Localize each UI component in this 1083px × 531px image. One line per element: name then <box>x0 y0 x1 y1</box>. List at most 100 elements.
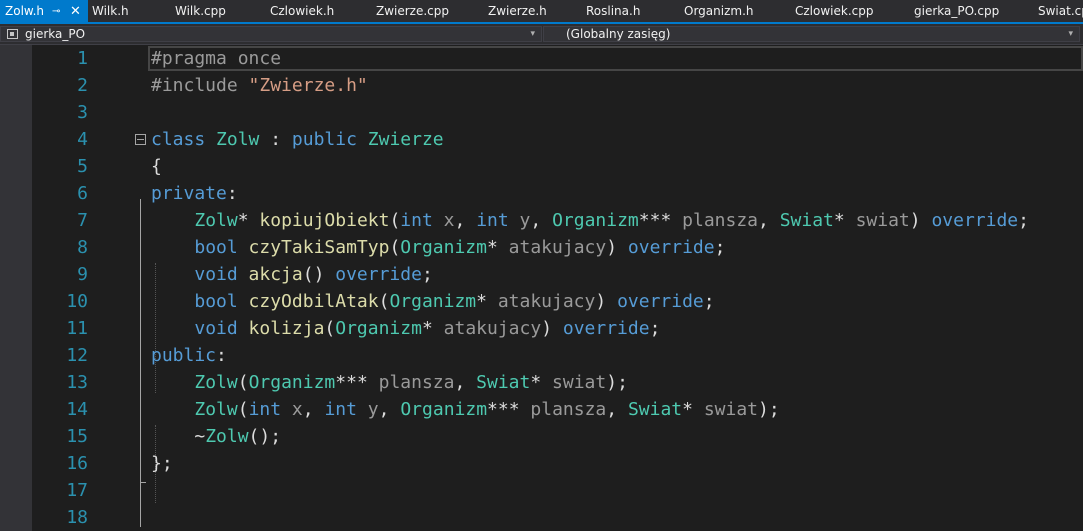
pin-icon[interactable]: ⊸ <box>52 0 60 22</box>
code-token: int <box>324 399 357 420</box>
code-token: override <box>931 210 1019 231</box>
code-token: ( <box>237 399 249 420</box>
tab-label: Wilk.cpp <box>175 4 226 18</box>
line-number: 18 <box>66 507 88 528</box>
line-number: 17 <box>66 480 88 501</box>
code-text: { <box>151 153 162 180</box>
code-line[interactable]: 4 class Zolw : public Zwierze <box>0 126 1083 153</box>
code-token: ) <box>541 318 563 339</box>
code-text: void kolizja(Organizm* atakujacy) overri… <box>151 315 660 342</box>
tab-label: Zwierze.cpp <box>376 4 450 18</box>
code-token: , <box>454 210 477 231</box>
document-tab-bar: Zolw.h ⊸ ✕ Wilk.h Wilk.cpp Czlowiek.h Zw… <box>0 0 1083 22</box>
code-token: swiat <box>552 372 607 393</box>
code-token: private <box>151 183 227 204</box>
code-line[interactable]: 12 public: <box>0 342 1083 369</box>
collapse-region-icon[interactable] <box>135 134 146 145</box>
code-line[interactable]: 6 private: <box>0 180 1083 207</box>
close-icon[interactable]: ✕ <box>70 0 81 22</box>
code-line[interactable]: 13 Zolw(Organizm*** plansza, Swiat* swia… <box>0 369 1083 396</box>
code-token: , <box>454 372 477 393</box>
code-token: int <box>476 210 509 231</box>
line-number: 10 <box>66 291 88 312</box>
code-text: ~Zolw(); <box>151 423 281 450</box>
code-token: override <box>627 237 715 258</box>
code-token: public <box>291 129 368 150</box>
code-token: public <box>151 345 217 366</box>
tab-zwierze-h[interactable]: Zwierze.h <box>488 0 547 22</box>
code-token: class <box>151 129 217 150</box>
code-line[interactable]: 3 <box>0 99 1083 126</box>
code-token: kopiujObiekt <box>259 210 390 231</box>
code-token: , <box>302 399 325 420</box>
code-line[interactable]: 16}; <box>0 450 1083 477</box>
line-number: 11 <box>66 318 88 339</box>
code-editor[interactable]: 1 #pragma once 2 #include "Zwierze.h" 3 4 clas… <box>0 45 1083 531</box>
code-text: private: <box>151 180 238 207</box>
tab-organizm-h[interactable]: Organizm.h <box>684 0 754 22</box>
tab-zwierze-cpp[interactable]: Zwierze.cpp <box>376 0 449 22</box>
code-line[interactable]: 10 bool czyOdbilAtak(Organizm* atakujacy… <box>0 288 1083 315</box>
code-token: Organizm <box>400 399 488 420</box>
line-number: 14 <box>66 399 88 420</box>
code-line[interactable]: 15 ~Zolw(); <box>0 423 1083 450</box>
code-token: ; <box>1018 210 1029 231</box>
code-token: ( <box>324 318 336 339</box>
code-token: #include <box>151 75 249 96</box>
code-token: atakujacy <box>443 318 542 339</box>
code-token: *** <box>638 210 683 231</box>
code-text: Zolw(Organizm*** plansza, Swiat* swiat); <box>151 369 628 396</box>
code-line[interactable]: 8 bool czyTakiSamTyp(Organizm* atakujacy… <box>0 234 1083 261</box>
project-icon <box>7 29 18 39</box>
code-token: override <box>617 291 704 312</box>
tab-label: Zwierze.h <box>488 4 547 18</box>
code-line[interactable]: 9 void akcja() override; <box>0 261 1083 288</box>
line-number: 8 <box>77 237 88 258</box>
project-name: gierka_PO <box>25 27 86 41</box>
scope-dropdown[interactable]: (Globalny zasięg) ▾ <box>543 26 1080 42</box>
line-number: 16 <box>66 453 88 474</box>
code-text: Zolw* kopiujObiekt(int x, int y, Organiz… <box>151 207 1029 234</box>
project-dropdown[interactable]: gierka_PO ▾ <box>0 26 542 42</box>
code-token: ); <box>606 372 628 393</box>
tab-czlowiek-cpp[interactable]: Czlowiek.cpp <box>795 0 873 22</box>
code-token: swiat <box>703 399 759 420</box>
code-token: : <box>216 345 227 366</box>
tab-wilk-cpp[interactable]: Wilk.cpp <box>175 0 226 22</box>
code-line[interactable]: 11 void kolizja(Organizm* atakujacy) ove… <box>0 315 1083 342</box>
code-token: int <box>248 399 282 420</box>
line-number: 12 <box>66 345 88 366</box>
tab-label: Czlowiek.cpp <box>795 4 874 18</box>
tab-label: Swiat.cp <box>1038 4 1083 18</box>
code-line[interactable]: 17 <box>0 477 1083 504</box>
tab-czlowiek-h[interactable]: Czlowiek.h <box>270 0 334 22</box>
tab-zolw-h[interactable]: Zolw.h ⊸ ✕ <box>0 0 88 22</box>
code-token: x <box>432 210 455 231</box>
code-token: Organizm <box>552 210 639 231</box>
code-token: plansza <box>682 210 758 231</box>
tab-roslina-h[interactable]: Roslina.h <box>586 0 640 22</box>
code-line[interactable]: 5{ <box>0 153 1083 180</box>
code-token: ) <box>595 291 618 312</box>
code-token: y <box>508 210 531 231</box>
tab-gierka-po-cpp[interactable]: gierka_PO.cpp <box>914 0 999 22</box>
tab-swiat-cpp[interactable]: Swiat.cp <box>1038 0 1083 22</box>
code-token: x <box>281 399 303 420</box>
code-line[interactable]: 1 #pragma once <box>0 45 1083 72</box>
code-line[interactable]: 18 <box>0 504 1083 531</box>
line-number: 3 <box>77 102 88 123</box>
code-text: void akcja() override; <box>151 261 432 288</box>
code-token: *** <box>487 399 531 420</box>
code-token: Zolw <box>194 372 238 393</box>
line-number: 1 <box>77 48 88 69</box>
code-line[interactable]: 2 #include "Zwierze.h" <box>0 72 1083 99</box>
code-line[interactable]: 7 Zolw* kopiujObiekt(int x, int y, Organ… <box>0 207 1083 234</box>
tab-wilk-h[interactable]: Wilk.h <box>92 0 129 22</box>
code-token: * <box>530 372 553 393</box>
code-line[interactable]: 14 Zolw(int x, int y, Organizm*** plansz… <box>0 396 1083 423</box>
code-token: "Zwierze.h" <box>248 75 368 96</box>
code-text: class Zolw : public Zwierze <box>151 126 444 153</box>
